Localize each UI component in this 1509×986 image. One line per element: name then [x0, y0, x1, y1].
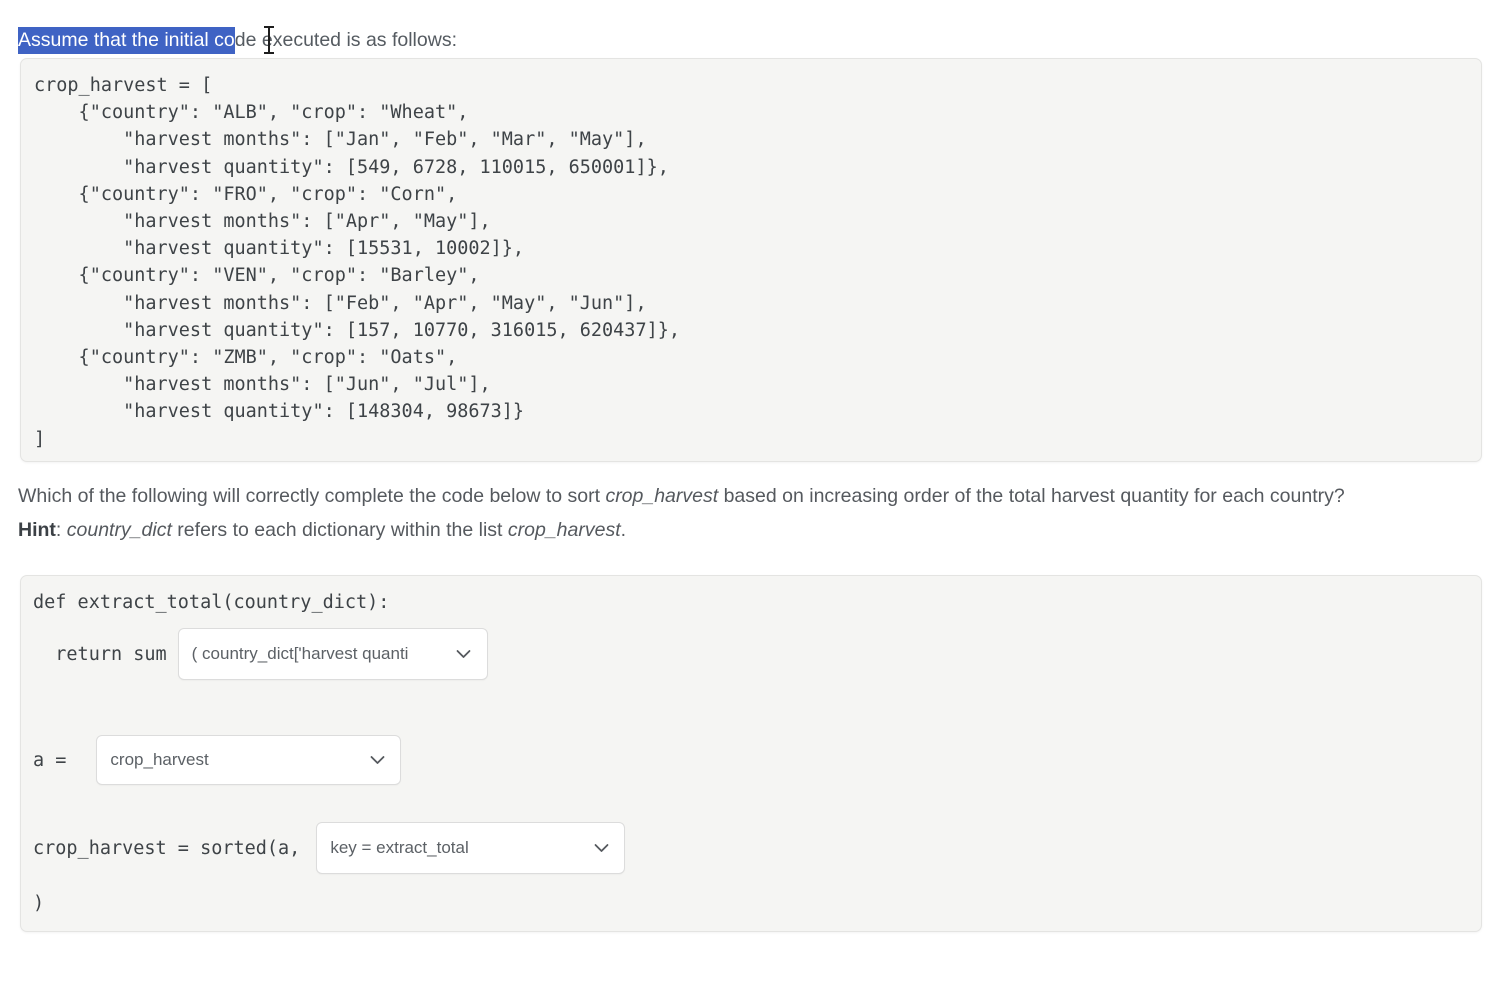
- dropdown-return-expression[interactable]: ( country_dict['harvest quanti: [177, 628, 488, 680]
- question-part-a: Which of the following will correctly co…: [18, 485, 606, 507]
- code-line-sorted: crop_harvest = sorted(a, key = extract_t…: [33, 822, 626, 874]
- hint-separator: :: [55, 519, 67, 541]
- prompt-line: Assume that the initial code executed is…: [18, 27, 457, 54]
- question-code-ref-1: crop_harvest: [605, 485, 719, 507]
- code-line-sorted-text: crop_harvest = sorted(a,: [33, 837, 301, 859]
- dropdown-list-source-value: crop_harvest: [110, 750, 209, 769]
- hint-line: Hint: country_dict refers to each dictio…: [18, 513, 1470, 547]
- question-text: Which of the following will correctly co…: [18, 479, 1470, 547]
- selected-text: Assume that the initial co: [18, 27, 235, 54]
- hint-code-ref-1: country_dict: [66, 519, 172, 541]
- code-line-close-paren: ): [33, 893, 44, 914]
- hint-end-text: .: [620, 519, 627, 541]
- code-line-return: return sum ( country_dict['harvest quant…: [33, 628, 488, 680]
- dropdown-sort-key-value: key = extract_total: [330, 838, 469, 857]
- dropdown-return-expression-value: ( country_dict['harvest quanti: [191, 644, 409, 663]
- code-line-def-text: def extract_total(country_dict):: [33, 592, 390, 613]
- initial-code-block: crop_harvest = [ {"country": "ALB", "cro…: [20, 58, 1482, 462]
- chevron-down-icon: [364, 755, 390, 765]
- code-line-assign-a-text: a =: [33, 749, 67, 771]
- prompt-rest-text: de executed is as follows:: [234, 29, 457, 51]
- hint-middle-text: refers to each dictionary within the lis…: [171, 519, 508, 541]
- hint-label: Hint: [18, 519, 56, 541]
- code-line-assign-a: a = crop_harvest: [33, 735, 402, 785]
- chevron-down-icon: [451, 649, 477, 659]
- chevron-down-icon: [588, 843, 614, 853]
- initial-code-text: crop_harvest = [ {"country": "ALB", "cro…: [34, 75, 681, 450]
- dropdown-list-source[interactable]: crop_harvest: [96, 735, 402, 785]
- code-line-close-paren-text: ): [33, 893, 45, 914]
- code-line-return-text: return sum: [33, 643, 167, 665]
- code-line-def: def extract_total(country_dict):: [33, 592, 389, 613]
- hint-code-ref-2: crop_harvest: [507, 519, 621, 541]
- question-part-b: based on increasing order of the total h…: [718, 485, 1345, 507]
- question-line: Which of the following will correctly co…: [18, 479, 1470, 513]
- dropdown-sort-key[interactable]: key = extract_total: [316, 822, 626, 874]
